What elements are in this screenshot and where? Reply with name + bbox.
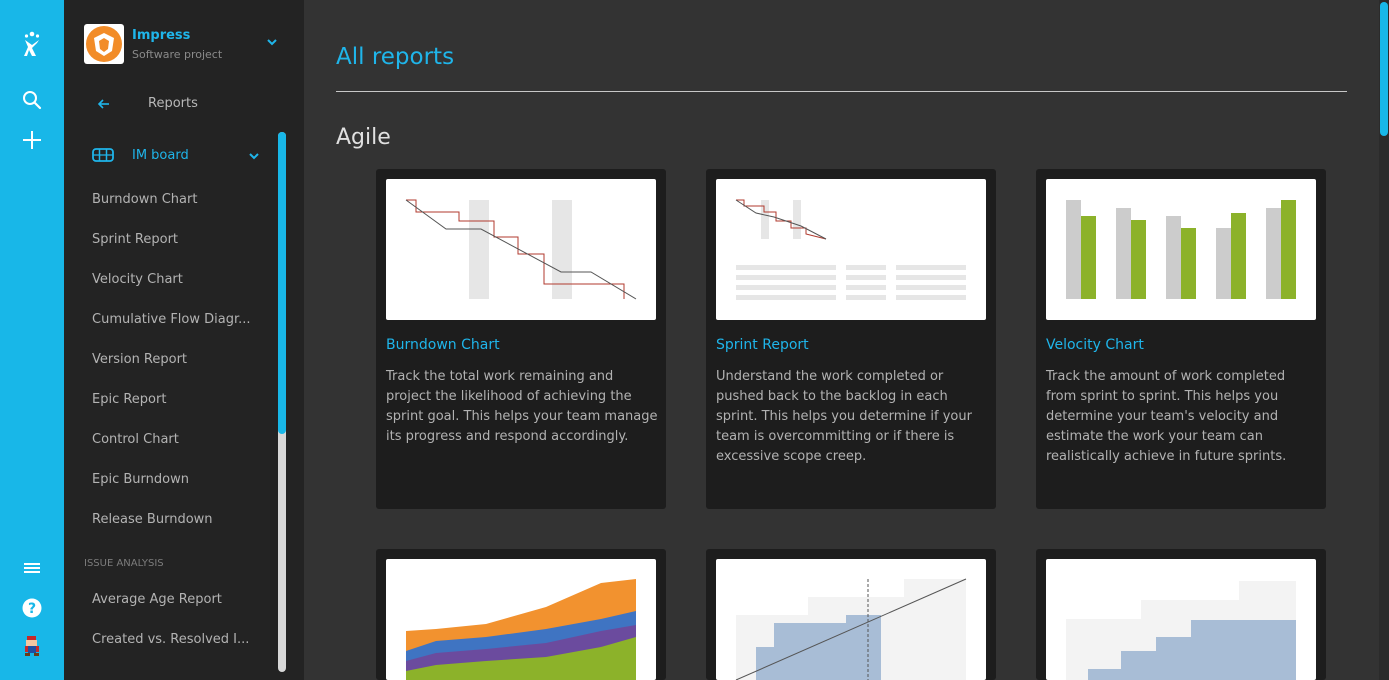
- project-type: Software project: [132, 48, 223, 61]
- nav-item-average-age[interactable]: Average Age Report: [64, 580, 279, 620]
- project-avatar[interactable]: [84, 24, 124, 64]
- card-title[interactable]: Burndown Chart: [386, 337, 500, 353]
- report-card-control-chart[interactable]: [706, 549, 996, 680]
- control-chart-thumbnail[interactable]: [716, 559, 986, 680]
- back-to-reports[interactable]: Reports: [148, 96, 198, 111]
- card-description: Understand the work completed or pushed …: [716, 369, 972, 464]
- main-content: All reports Agile Burndown Chart Track t…: [304, 0, 1389, 680]
- card-title[interactable]: Velocity Chart: [1046, 337, 1144, 353]
- report-card-sprint[interactable]: Sprint Report Understand the work comple…: [706, 169, 996, 509]
- section-label-issue-analysis: ISSUE ANALYSIS: [84, 558, 164, 569]
- sidebar-scrollbar-thumb[interactable]: [278, 132, 286, 434]
- nav-item-created-vs-resolved[interactable]: Created vs. Resolved I...: [64, 620, 279, 660]
- board-selector[interactable]: IM board: [132, 148, 189, 163]
- cumulative-flow-thumbnail[interactable]: [386, 559, 656, 680]
- card-description: Track the amount of work completed from …: [1046, 369, 1287, 464]
- nav-item-epic-report[interactable]: Epic Report: [64, 380, 279, 420]
- user-avatar[interactable]: [20, 634, 44, 658]
- svg-text:?: ?: [28, 601, 36, 617]
- menu-icon[interactable]: [20, 556, 44, 580]
- nav-item-version-report[interactable]: Version Report: [64, 340, 279, 380]
- report-card-cumulative-flow[interactable]: [376, 549, 666, 680]
- search-icon[interactable]: [20, 88, 44, 112]
- epic-burndown-thumbnail[interactable]: [1046, 559, 1316, 680]
- velocity-thumbnail[interactable]: [1046, 179, 1316, 320]
- chevron-down-icon[interactable]: [264, 34, 280, 50]
- global-nav: ?: [0, 0, 64, 680]
- chevron-down-icon[interactable]: [246, 148, 262, 164]
- page-scrollbar-thumb[interactable]: [1380, 2, 1388, 136]
- project-sidebar: Impress Software project Reports IM boar…: [64, 0, 304, 680]
- report-nav-list: Burndown Chart Sprint Report Velocity Ch…: [64, 180, 279, 660]
- nav-item-control-chart[interactable]: Control Chart: [64, 420, 279, 460]
- nav-item-epic-burndown[interactable]: Epic Burndown: [64, 460, 279, 500]
- nav-item-sprint-report[interactable]: Sprint Report: [64, 220, 279, 260]
- nav-item-velocity-chart[interactable]: Velocity Chart: [64, 260, 279, 300]
- plus-icon[interactable]: [20, 128, 44, 152]
- nav-item-burndown-chart[interactable]: Burndown Chart: [64, 180, 279, 220]
- help-icon[interactable]: ?: [20, 596, 44, 620]
- report-card-epic-burndown[interactable]: [1036, 549, 1326, 680]
- card-description: Track the total work remaining and proje…: [386, 369, 658, 444]
- burndown-thumbnail[interactable]: [386, 179, 656, 320]
- arrow-left-icon[interactable]: [96, 96, 112, 112]
- title-divider: [336, 91, 1347, 92]
- section-title-agile: Agile: [336, 125, 391, 150]
- report-card-velocity[interactable]: Velocity Chart Track the amount of work …: [1036, 169, 1326, 509]
- board-icon: [92, 146, 114, 164]
- page-title: All reports: [336, 44, 455, 70]
- sprint-report-thumbnail[interactable]: [716, 179, 986, 320]
- project-name[interactable]: Impress: [132, 28, 190, 43]
- nav-item-cumulative-flow[interactable]: Cumulative Flow Diagr...: [64, 300, 279, 340]
- card-title[interactable]: Sprint Report: [716, 337, 809, 353]
- report-card-burndown[interactable]: Burndown Chart Track the total work rema…: [376, 169, 666, 509]
- jira-logo-icon[interactable]: [20, 31, 44, 56]
- nav-item-release-burndown[interactable]: Release Burndown: [64, 500, 279, 540]
